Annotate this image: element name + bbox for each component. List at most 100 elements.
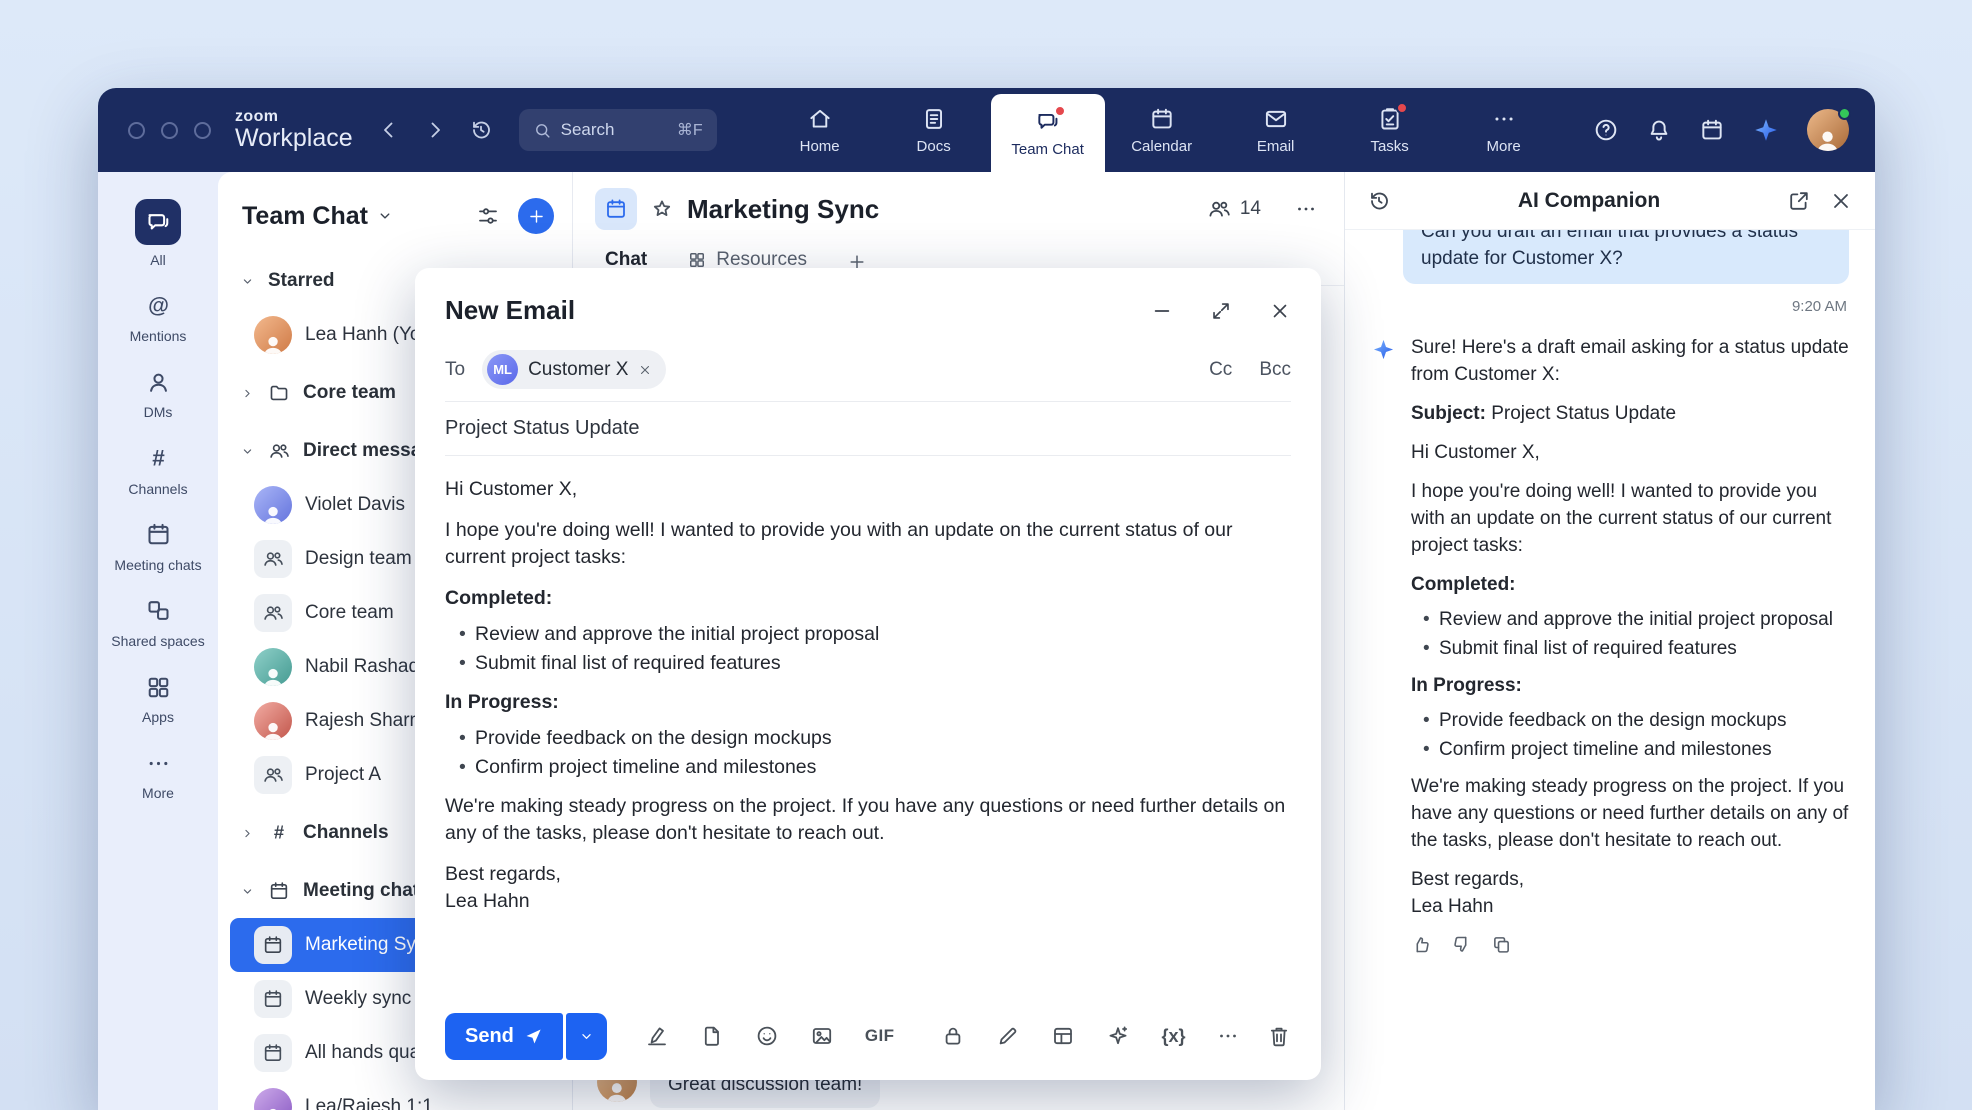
calendar-icon bbox=[135, 520, 181, 550]
send-button[interactable]: Send bbox=[445, 1013, 563, 1060]
close-icon[interactable] bbox=[1829, 189, 1853, 213]
to-field[interactable]: To ML Customer X Cc Bcc bbox=[415, 340, 1321, 401]
close-icon[interactable] bbox=[1269, 300, 1291, 322]
image-icon[interactable] bbox=[810, 1024, 834, 1048]
chevron-right-icon[interactable] bbox=[240, 386, 255, 401]
label: Weekly sync bbox=[305, 988, 411, 1010]
nav-item-more[interactable]: More bbox=[1447, 88, 1561, 172]
ai-sparkle-icon[interactable] bbox=[1106, 1024, 1130, 1048]
braces-button[interactable]: {x} bbox=[1161, 1026, 1185, 1047]
svg-text:#: # bbox=[274, 822, 284, 843]
rail-item-channels[interactable]: #Channels bbox=[98, 433, 218, 509]
file-icon[interactable] bbox=[700, 1024, 724, 1048]
window-controls bbox=[128, 122, 211, 139]
sidebar-title[interactable]: Team Chat bbox=[242, 202, 368, 231]
chevron-down-icon[interactable] bbox=[240, 274, 255, 289]
chat-header-actions: 14 bbox=[1207, 197, 1318, 221]
rail-item-more[interactable]: More bbox=[98, 737, 218, 813]
window-zoom-button[interactable] bbox=[194, 122, 211, 139]
popout-icon[interactable] bbox=[1787, 189, 1811, 213]
calendar-icon bbox=[268, 880, 290, 902]
star-icon[interactable] bbox=[650, 197, 674, 221]
window-minimize-button[interactable] bbox=[161, 122, 178, 139]
cc-bcc-group: Cc Bcc bbox=[1209, 359, 1291, 381]
bullet-item: Review and approve the initial project p… bbox=[457, 621, 1291, 648]
ai-subject-line: Subject: Project Status Update bbox=[1411, 400, 1849, 427]
rail-item-all[interactable]: All bbox=[98, 188, 218, 280]
user-message-bubble: Can you draft an email that provides a s… bbox=[1403, 230, 1849, 284]
plus-icon bbox=[527, 207, 546, 226]
chevron-right-icon[interactable] bbox=[240, 826, 255, 841]
remove-recipient-icon[interactable] bbox=[638, 363, 652, 377]
filter-icon[interactable] bbox=[476, 204, 500, 228]
sidebar-item-lea-rajesh-1-1[interactable]: Lea/Rajesh 1:1 bbox=[230, 1080, 560, 1110]
nav-item-calendar[interactable]: Calendar bbox=[1105, 88, 1219, 172]
subject-field[interactable]: Project Status Update bbox=[415, 402, 1321, 455]
back-icon[interactable] bbox=[377, 118, 401, 142]
folder-icon bbox=[268, 382, 290, 404]
ai-companion-panel: AI Companion Can you draft an email that… bbox=[1344, 172, 1875, 1110]
trash-icon[interactable] bbox=[1267, 1024, 1291, 1048]
rail-item-apps[interactable]: Apps bbox=[98, 661, 218, 737]
hash-icon: # bbox=[268, 822, 290, 844]
history-icon[interactable] bbox=[469, 118, 493, 142]
signature-icon[interactable] bbox=[645, 1024, 669, 1048]
thumbs-up-icon[interactable] bbox=[1411, 934, 1432, 955]
thumbs-down-icon[interactable] bbox=[1451, 934, 1472, 955]
signature-text: Lea Hahn bbox=[445, 890, 530, 912]
gif-button[interactable]: GIF bbox=[865, 1026, 895, 1046]
more-icon bbox=[135, 748, 181, 778]
member-count[interactable]: 14 bbox=[1240, 198, 1261, 220]
send-options-button[interactable] bbox=[566, 1013, 607, 1060]
meeting-avatar bbox=[254, 980, 292, 1018]
rail-item-shared-spaces[interactable]: Shared spaces bbox=[98, 585, 218, 661]
recipient-chip[interactable]: ML Customer X bbox=[482, 350, 666, 389]
nav-item-email[interactable]: Email bbox=[1219, 88, 1333, 172]
rail-label: Meeting chats bbox=[114, 556, 201, 574]
window-close-button[interactable] bbox=[128, 122, 145, 139]
rail-label: Apps bbox=[142, 708, 174, 726]
people-icon bbox=[268, 440, 290, 462]
emoji-icon[interactable] bbox=[755, 1024, 779, 1048]
new-chat-button[interactable] bbox=[518, 198, 554, 234]
forward-icon[interactable] bbox=[423, 118, 447, 142]
chevron-down-icon[interactable] bbox=[240, 444, 255, 459]
rail-label: DMs bbox=[144, 403, 173, 421]
layout-icon[interactable] bbox=[1051, 1024, 1075, 1048]
group-avatar bbox=[254, 756, 292, 794]
rail-item-dms[interactable]: DMs bbox=[98, 356, 218, 432]
nav-item-tasks[interactable]: Tasks bbox=[1333, 88, 1447, 172]
more-options-icon[interactable] bbox=[1294, 197, 1318, 221]
email-body-editor[interactable]: Hi Customer X, I hope you're doing well!… bbox=[415, 456, 1321, 992]
lock-icon[interactable] bbox=[941, 1024, 965, 1048]
user-avatar[interactable] bbox=[1807, 109, 1849, 151]
members-icon[interactable] bbox=[1207, 197, 1231, 221]
rail-label: All bbox=[150, 251, 166, 269]
bcc-button[interactable]: Bcc bbox=[1259, 359, 1291, 381]
nav-label: More bbox=[1487, 139, 1521, 154]
more-icon[interactable] bbox=[1216, 1024, 1240, 1048]
notifications-icon[interactable] bbox=[1646, 117, 1672, 143]
ai-companion-icon[interactable] bbox=[1752, 116, 1780, 144]
chevron-down-icon[interactable] bbox=[376, 207, 394, 225]
nav-item-home[interactable]: Home bbox=[763, 88, 877, 172]
rail-item-meeting-chats[interactable]: Meeting chats bbox=[98, 509, 218, 585]
nav-item-docs[interactable]: Docs bbox=[877, 88, 991, 172]
minimize-icon[interactable] bbox=[1151, 300, 1173, 322]
ai-response: Sure! Here's a draft email asking for a … bbox=[1411, 334, 1849, 955]
help-icon[interactable] bbox=[1593, 117, 1619, 143]
meeting-avatar bbox=[254, 1034, 292, 1072]
chevron-down-icon[interactable] bbox=[240, 884, 255, 899]
rail-item-mentions[interactable]: @Mentions bbox=[98, 280, 218, 356]
history-icon[interactable] bbox=[1367, 189, 1391, 213]
calendar-icon[interactable] bbox=[1699, 117, 1725, 143]
docs-icon bbox=[921, 106, 947, 132]
search-input[interactable]: Search ⌘F bbox=[519, 109, 717, 151]
pencil-icon[interactable] bbox=[996, 1024, 1020, 1048]
cc-button[interactable]: Cc bbox=[1209, 359, 1232, 381]
sidebar-header: Team Chat bbox=[218, 172, 572, 248]
copy-icon[interactable] bbox=[1491, 934, 1512, 955]
nav-item-team-chat[interactable]: Team Chat bbox=[991, 94, 1105, 172]
avatar bbox=[254, 702, 292, 740]
expand-icon[interactable] bbox=[1210, 300, 1232, 322]
